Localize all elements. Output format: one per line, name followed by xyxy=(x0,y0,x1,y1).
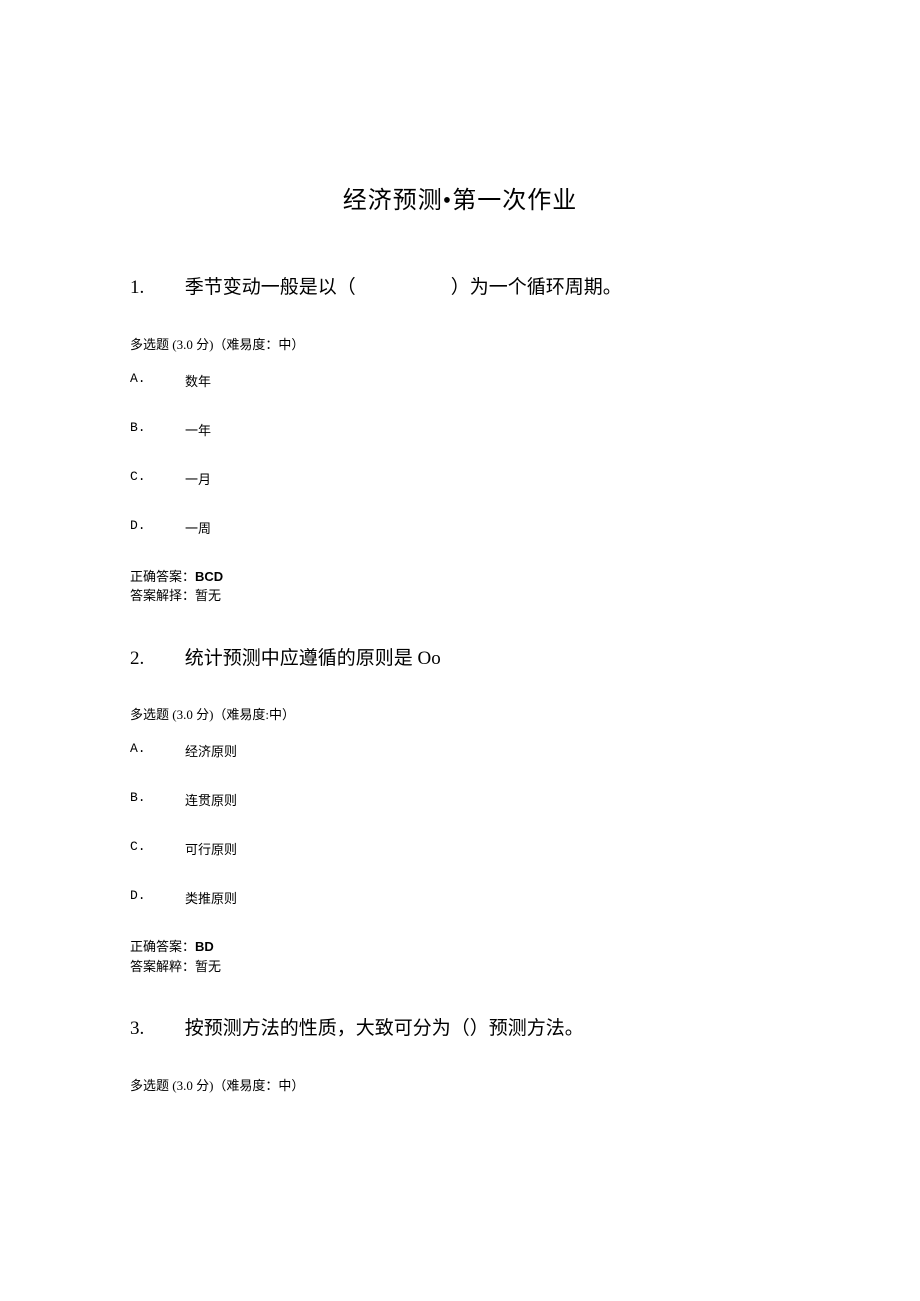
option-text: 经济原则 xyxy=(185,741,237,760)
option-text: 数年 xyxy=(185,371,211,390)
option-row: A. 经济原则 xyxy=(130,741,790,760)
question-number: 1. xyxy=(130,275,180,302)
question-text: 2. 统计预测中应遵循的原则是 Oo xyxy=(130,646,790,673)
option-text: 类推原则 xyxy=(185,888,237,907)
option-text: 一月 xyxy=(185,469,211,488)
option-row: A. 数年 xyxy=(130,371,790,390)
option-text: 一周 xyxy=(185,518,211,537)
options-list: A. 经济原则 B. 连贯原则 C. 可行原则 D. 类推原则 xyxy=(130,741,790,907)
question-text: 1. 季节变动一般是以（ ）为一个循环周期。 xyxy=(130,275,790,302)
answer-label: 正确答案： xyxy=(130,569,195,584)
option-row: C. 可行原则 xyxy=(130,839,790,858)
question-block: 1. 季节变动一般是以（ ）为一个循环周期。 多选题 (3.0 分)（难易度：中… xyxy=(130,275,790,606)
option-row: C. 一月 xyxy=(130,469,790,488)
answer-explain: 答案解粹：暂无 xyxy=(130,957,790,977)
option-text: 连贯原则 xyxy=(185,790,237,809)
option-row: D. 一周 xyxy=(130,518,790,537)
question-block: 2. 统计预测中应遵循的原则是 Oo 多选题 (3.0 分)（难易度:中） A.… xyxy=(130,646,790,977)
option-letter: A. xyxy=(130,371,185,390)
question-meta: 多选题 (3.0 分)（难易度:中） xyxy=(130,704,790,723)
option-letter: C. xyxy=(130,469,185,488)
question-body: 统计预测中应遵循的原则是 Oo xyxy=(185,648,441,669)
option-text: 可行原则 xyxy=(185,839,237,858)
option-letter: D. xyxy=(130,888,185,907)
answer-value: BCD xyxy=(195,569,223,584)
question-block: 3. 按预测方法的性质，大致可分为（）预测方法。 多选题 (3.0 分)（难易度… xyxy=(130,1016,790,1094)
option-row: B. 一年 xyxy=(130,420,790,439)
answer-label: 正确答案： xyxy=(130,939,195,954)
page-title: 经济预测•第一次作业 xyxy=(130,180,790,215)
option-row: B. 连贯原则 xyxy=(130,790,790,809)
option-row: D. 类推原则 xyxy=(130,888,790,907)
question-number: 3. xyxy=(130,1016,180,1043)
option-letter: A. xyxy=(130,741,185,760)
answer-value: BD xyxy=(195,939,214,954)
answer-block: 正确答案：BCD 答案解择：暂无 xyxy=(130,567,790,606)
document-page: 经济预测•第一次作业 1. 季节变动一般是以（ ）为一个循环周期。 多选题 (3… xyxy=(0,0,920,1094)
answer-explain: 答案解择：暂无 xyxy=(130,586,790,606)
option-letter: D. xyxy=(130,518,185,537)
options-list: A. 数年 B. 一年 C. 一月 D. 一周 xyxy=(130,371,790,537)
option-letter: C. xyxy=(130,839,185,858)
question-meta: 多选题 (3.0 分)（难易度：中） xyxy=(130,1075,790,1094)
question-body: 按预测方法的性质，大致可分为（）预测方法。 xyxy=(185,1018,584,1039)
question-text: 3. 按预测方法的性质，大致可分为（）预测方法。 xyxy=(130,1016,790,1043)
option-letter: B. xyxy=(130,420,185,439)
answer-block: 正确答案：BD 答案解粹：暂无 xyxy=(130,937,790,976)
question-body: 季节变动一般是以（ ）为一个循环周期。 xyxy=(185,277,622,298)
question-meta: 多选题 (3.0 分)（难易度：中） xyxy=(130,334,790,353)
option-text: 一年 xyxy=(185,420,211,439)
option-letter: B. xyxy=(130,790,185,809)
question-number: 2. xyxy=(130,646,180,673)
